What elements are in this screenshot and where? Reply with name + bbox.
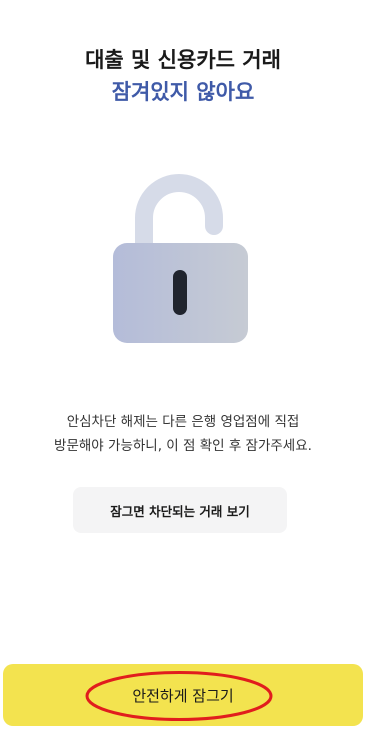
view-blocked-transactions-button[interactable]: 잠그면 차단되는 거래 보기	[73, 487, 287, 533]
description-line-2: 방문해야 가능하니, 이 점 확인 후 잠가주세요.	[54, 438, 312, 454]
unlocked-padlock-icon	[113, 174, 248, 343]
lock-safely-button[interactable]: 안전하게 잠그기	[3, 664, 363, 726]
description-text: 안심차단 해제는 다른 은행 영업점에 직접 방문해야 가능하니, 이 점 확인…	[0, 410, 366, 458]
page-title: 대출 및 신용카드 거래 잠겨있지 않아요	[0, 44, 366, 108]
title-line-1: 대출 및 신용카드 거래	[85, 48, 281, 72]
description-line-1: 안심차단 해제는 다른 은행 영업점에 직접	[66, 414, 300, 430]
lock-safely-button-label: 안전하게 잠그기	[132, 686, 234, 705]
title-line-2: 잠겨있지 않아요	[111, 80, 255, 104]
